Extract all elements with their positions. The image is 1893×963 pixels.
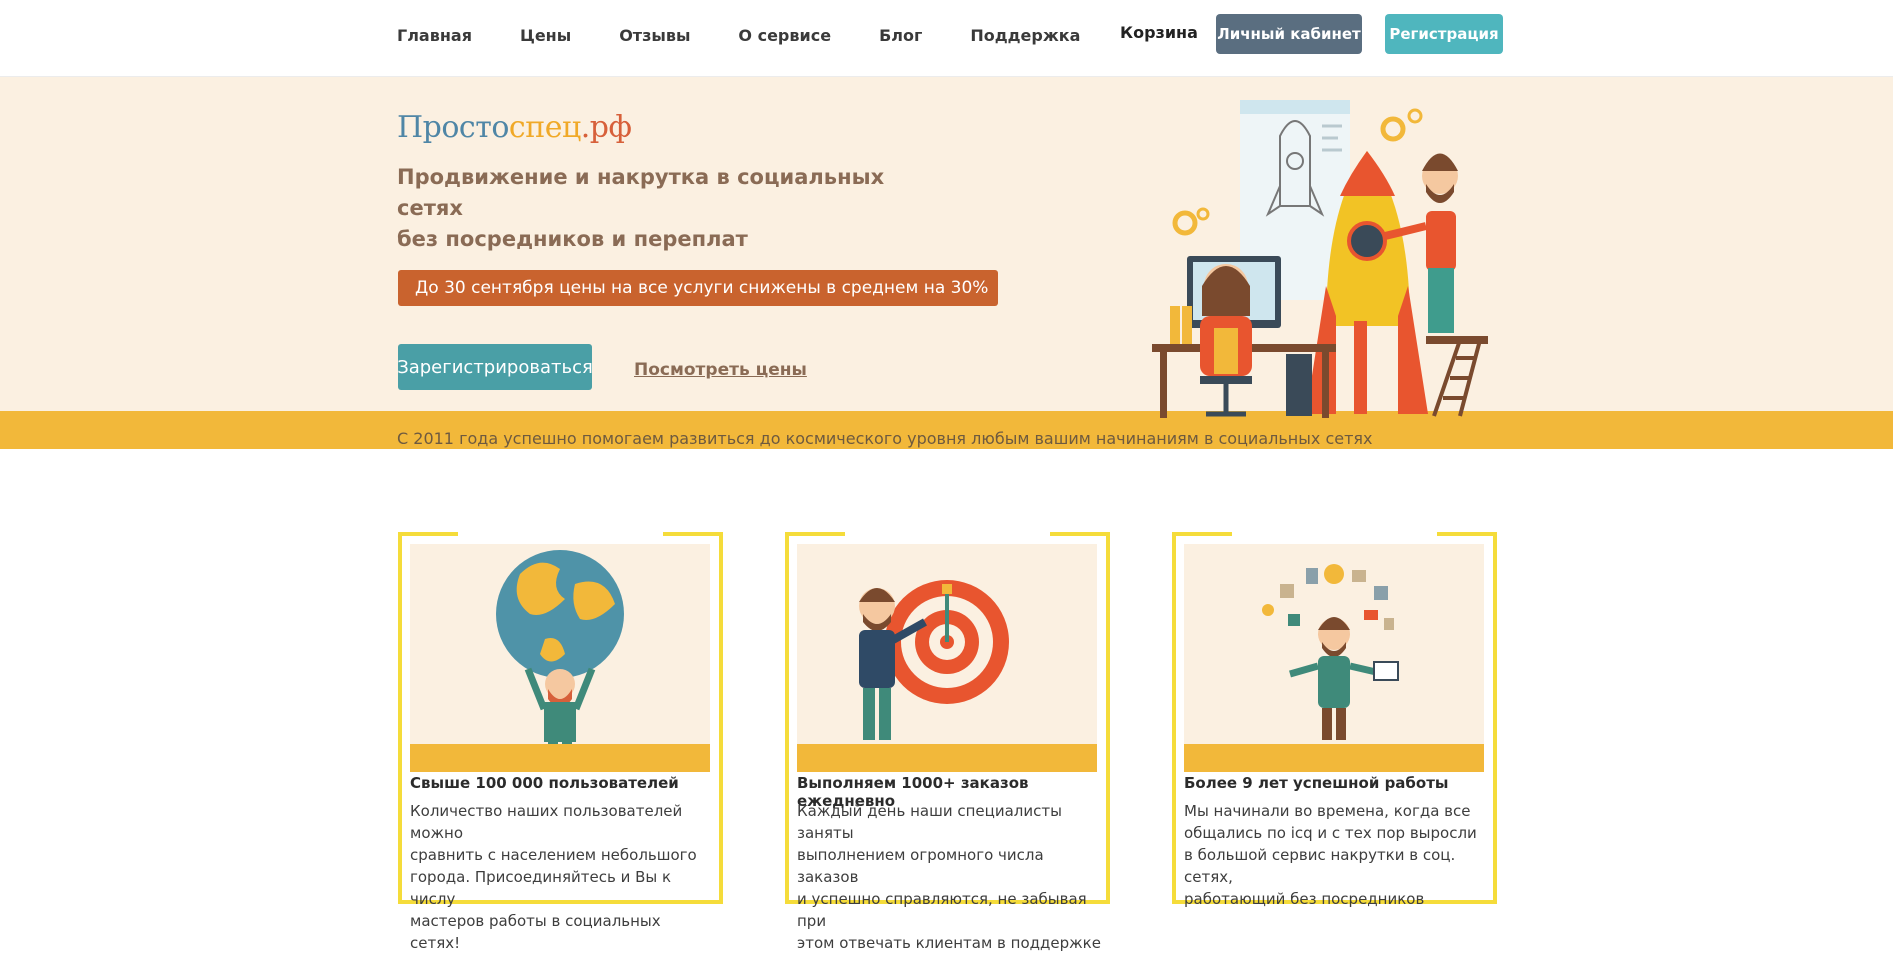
tagline-line-2: без посредников и переплат — [397, 227, 748, 251]
rocket-team-illustration — [1152, 100, 1488, 418]
logo-part-domain: .рф — [580, 110, 632, 145]
floor-stripe — [1184, 744, 1484, 772]
ideas-man-icon — [1262, 564, 1399, 740]
nav-link-prices[interactable]: Цены — [520, 26, 571, 45]
feature-card-orders: Выполняем 1000+ заказов ежедневно Каждый… — [785, 532, 1110, 952]
logo-part-prosto: Просто — [397, 110, 509, 145]
page: Главная Цены Отзывы О сервисе Блог Подде… — [0, 0, 1893, 963]
nav-link-reviews[interactable]: Отзывы — [619, 26, 690, 45]
view-prices-link[interactable]: Посмотреть цены — [634, 360, 807, 380]
feature-title: Более 9 лет успешной работы — [1184, 774, 1449, 792]
nav-link-about[interactable]: О сервисе — [738, 26, 831, 45]
logo-part-spec: спец — [508, 110, 581, 145]
target-man-illustration — [797, 544, 1097, 772]
main-menu: Главная Цены Отзывы О сервисе Блог Подде… — [397, 26, 1128, 45]
feature-text: Каждый день наши специалисты заняты выпо… — [797, 802, 1101, 952]
top-navigation-bar: Главная Цены Отзывы О сервисе Блог Подде… — [0, 0, 1893, 77]
feature-card-experience: Более 9 лет успешной работы Мы начинали … — [1172, 532, 1497, 908]
personal-cabinet-button[interactable]: Личный кабинет — [1216, 14, 1362, 54]
globe-man-illustration — [410, 544, 710, 772]
feature-title: Свыше 100 000 пользователей — [410, 774, 679, 792]
nav-link-blog[interactable]: Блог — [879, 26, 922, 45]
target-man-icon — [859, 580, 1009, 740]
ideas-man-illustration — [1184, 544, 1484, 772]
globe-man-icon — [496, 550, 624, 764]
register-button[interactable]: Регистрация — [1385, 14, 1503, 54]
signup-cta-button[interactable]: Зарегистрироваться — [397, 344, 593, 390]
hero-tagline: Продвижение и накрутка в социальных сетя… — [397, 162, 957, 255]
floor-stripe — [410, 744, 710, 772]
cart-link[interactable]: Корзина — [1120, 23, 1198, 42]
tagline-line-1: Продвижение и накрутка в социальных сетя… — [397, 165, 885, 220]
nav-link-support[interactable]: Поддержка — [970, 26, 1080, 45]
feature-text: Количество наших пользователей можно сра… — [410, 802, 697, 952]
nav-link-home[interactable]: Главная — [397, 26, 472, 45]
site-logo[interactable]: Простоспец.рф — [397, 110, 632, 145]
feature-card-users: Свыше 100 000 пользователей Количество н… — [398, 532, 723, 952]
since-2011-text: С 2011 года успешно помогаем развиться д… — [397, 429, 1373, 448]
promo-banner: До 30 сентября цены на все услуги снижен… — [398, 270, 998, 306]
floor-stripe — [797, 744, 1097, 772]
feature-text: Мы начинали во времена, когда все общали… — [1184, 802, 1477, 908]
